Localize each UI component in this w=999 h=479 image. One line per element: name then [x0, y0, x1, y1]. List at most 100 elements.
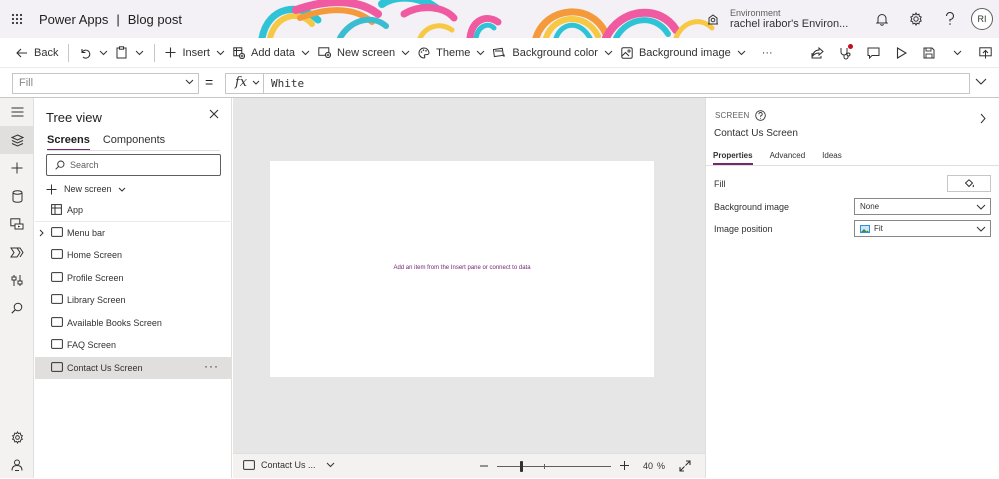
paint-bucket-icon	[964, 178, 974, 187]
formula-input[interactable]: fx White	[225, 73, 970, 94]
insert-button[interactable]: Insert	[161, 38, 229, 68]
virtual-agent-icon[interactable]	[0, 451, 34, 479]
paste-dropdown[interactable]	[131, 38, 148, 68]
tree-view-icon[interactable]	[0, 126, 34, 154]
screen-selector[interactable]: Contact Us ...	[243, 460, 341, 470]
fx-button[interactable]: fx	[226, 74, 264, 93]
back-arrow-icon	[16, 48, 28, 58]
zoom-slider-thumb[interactable]	[520, 461, 523, 472]
tab-components[interactable]: Components	[103, 134, 165, 151]
search-input[interactable]: Search	[46, 154, 221, 176]
power-automate-icon[interactable]	[0, 238, 34, 266]
gear-icon[interactable]	[899, 0, 933, 38]
fill-color-picker[interactable]	[947, 175, 991, 192]
zoom-out-icon[interactable]	[479, 460, 489, 472]
tab-properties[interactable]: Properties	[713, 151, 753, 165]
tab-ideas[interactable]: Ideas	[822, 151, 842, 165]
tree-item-app[interactable]: App	[35, 199, 232, 222]
tree-item-menu-bar[interactable]: Menu bar	[35, 222, 232, 245]
tree-item-available-books-screen[interactable]: Available Books Screen	[35, 312, 232, 335]
add-data-button[interactable]: Add data	[229, 38, 314, 68]
app-name[interactable]: Power Apps	[39, 12, 108, 27]
palette-icon	[418, 46, 430, 59]
environment-icon	[706, 12, 720, 26]
add-data-icon	[233, 46, 245, 59]
save-icon[interactable]	[915, 38, 943, 68]
undo-dropdown[interactable]	[95, 38, 112, 68]
chevron-down-icon	[737, 50, 746, 56]
expand-formula-icon[interactable]	[975, 78, 987, 85]
more-options-button[interactable]: ···	[204, 359, 219, 373]
media-icon[interactable]	[0, 210, 34, 238]
search-placeholder: Search	[70, 160, 99, 170]
tree-item-contact-us-screen[interactable]: Contact Us Screen ···	[35, 356, 232, 379]
chevron-down-icon	[252, 80, 260, 85]
chevron-right-icon[interactable]	[980, 113, 986, 124]
add-data-label: Add data	[250, 46, 296, 59]
properties-tabs: Properties Advanced Ideas	[713, 151, 859, 165]
zoom-value[interactable]: 40	[643, 461, 653, 471]
background-image-select[interactable]: None	[854, 198, 991, 215]
chevron-down-icon	[976, 226, 986, 232]
variables-icon[interactable]	[0, 266, 34, 294]
empty-screen-hint[interactable]: Add an item from the Insert pane or conn…	[270, 265, 654, 271]
save-options-dropdown[interactable]	[943, 38, 971, 68]
document-name[interactable]: Blog post	[128, 12, 182, 27]
image-position-select[interactable]: Fit	[854, 220, 991, 237]
avatar[interactable]: RI	[971, 8, 993, 30]
zoom-in-icon[interactable]	[619, 460, 630, 471]
chevron-down-icon	[301, 50, 310, 56]
search-icon[interactable]	[0, 294, 34, 322]
property-dropdown[interactable]: Fill	[12, 73, 199, 94]
help-icon[interactable]	[754, 110, 766, 121]
formula-bar: Fill = fx White	[0, 68, 999, 98]
tab-screens[interactable]: Screens	[47, 134, 90, 151]
background-color-button[interactable]: Background color	[489, 38, 617, 68]
back-button[interactable]: Back	[12, 38, 62, 68]
undo-icon	[79, 47, 91, 59]
screen-canvas[interactable]: Add an item from the Insert pane or conn…	[270, 161, 654, 377]
chevron-down-icon	[401, 50, 410, 56]
tree-item-profile-screen[interactable]: Profile Screen	[35, 267, 232, 290]
settings-gear-icon[interactable]	[0, 423, 34, 451]
tab-advanced[interactable]: Advanced	[770, 151, 806, 165]
divider	[706, 165, 999, 166]
tree-item-label: FAQ Screen	[67, 340, 117, 350]
insert-icon[interactable]	[0, 154, 34, 182]
data-icon[interactable]	[0, 182, 34, 210]
zoom-slider-track[interactable]	[497, 466, 611, 467]
paste-button[interactable]	[112, 38, 131, 68]
selected-control-name[interactable]: Contact Us Screen	[714, 128, 798, 139]
hamburger-menu-icon[interactable]	[0, 98, 34, 126]
tree-item-home-screen[interactable]: Home Screen	[35, 244, 232, 267]
background-image-button[interactable]: Background image	[617, 38, 750, 68]
share-icon[interactable]	[803, 38, 831, 68]
chevron-down-icon	[326, 462, 341, 468]
tree-item-library-screen[interactable]: Library Screen	[35, 289, 232, 312]
environment-picker[interactable]: Environment rachel irabor's Environ...	[706, 0, 848, 38]
publish-icon[interactable]	[971, 38, 999, 68]
tree-item-faq-screen[interactable]: FAQ Screen	[35, 334, 232, 357]
app-checker-icon[interactable]	[831, 38, 859, 68]
comments-icon[interactable]	[859, 38, 887, 68]
more-commands-button[interactable]: ···	[758, 38, 777, 68]
undo-button[interactable]	[75, 38, 95, 68]
fit-to-window-icon[interactable]	[679, 460, 691, 472]
help-icon[interactable]	[933, 0, 967, 38]
new-screen-label: New screen	[337, 46, 396, 59]
new-screen-icon	[318, 47, 332, 58]
tree-item-label: Profile Screen	[67, 272, 124, 283]
chevron-down-icon	[185, 79, 194, 85]
bell-icon[interactable]	[865, 0, 899, 38]
chevron-down-icon	[476, 50, 485, 56]
new-screen-button[interactable]: New screen	[314, 38, 414, 68]
theme-button[interactable]: Theme	[414, 38, 489, 68]
chevron-right-icon[interactable]	[39, 229, 44, 237]
waffle-icon[interactable]	[0, 0, 34, 38]
new-screen-link[interactable]: New screen	[46, 181, 133, 197]
new-screen-label: New screen	[64, 184, 112, 194]
play-icon[interactable]	[887, 38, 915, 68]
image-position-value: Fit	[874, 224, 883, 233]
close-icon[interactable]	[209, 109, 219, 119]
background-image-label: Background image	[714, 202, 790, 212]
